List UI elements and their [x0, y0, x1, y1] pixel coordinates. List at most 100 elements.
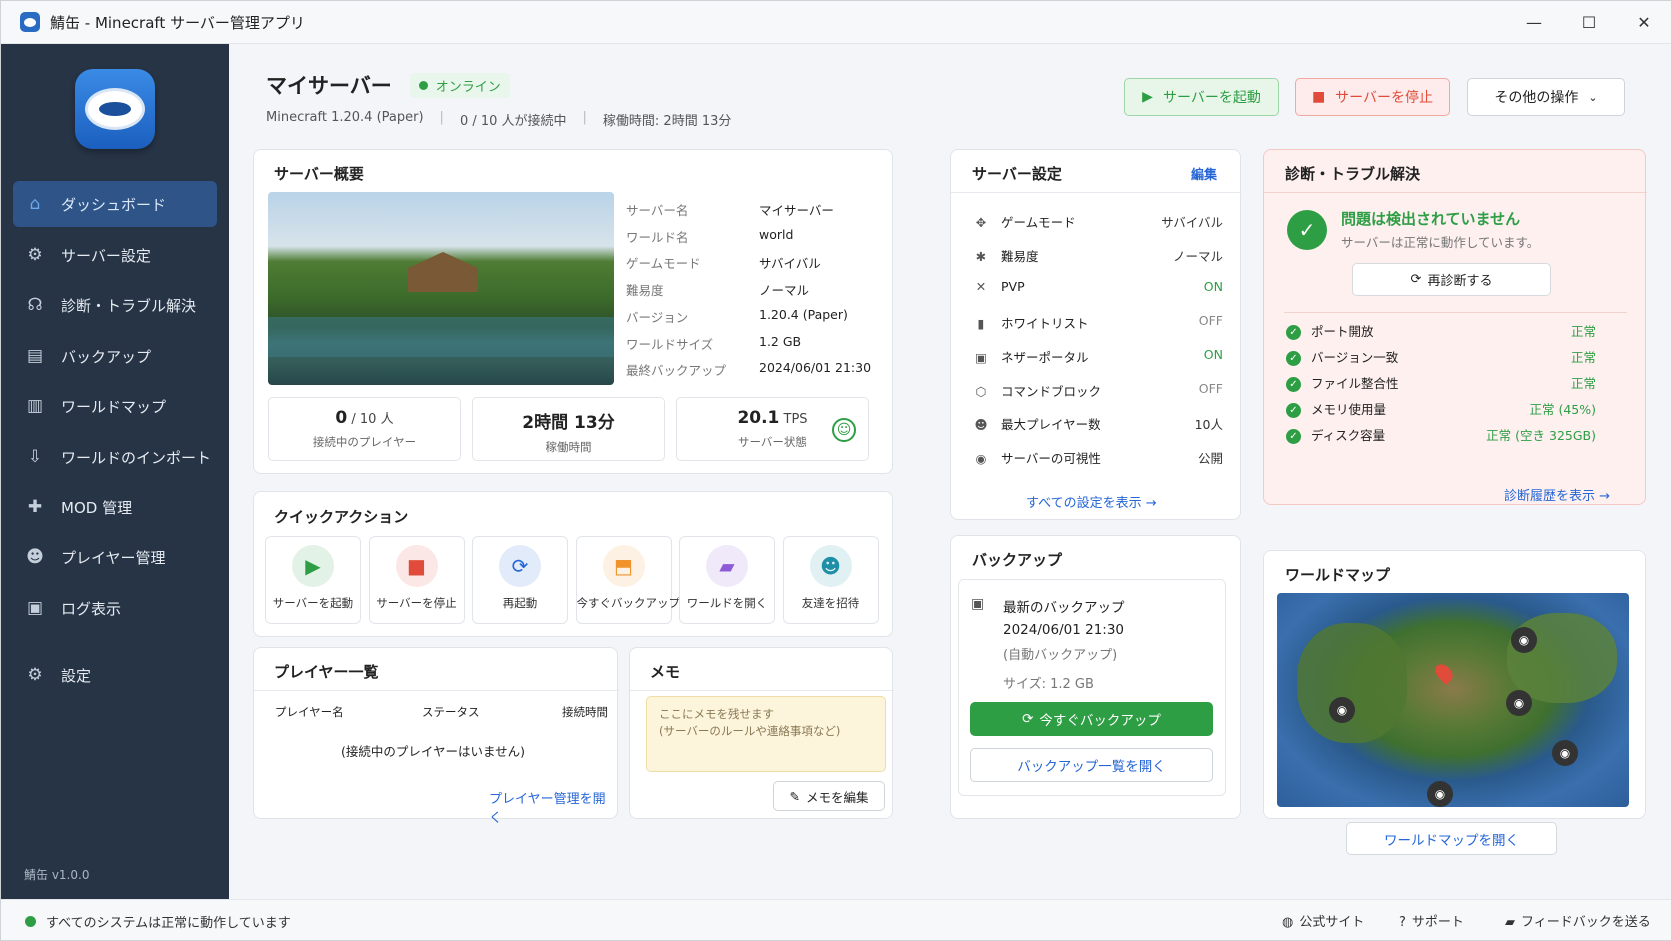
- detail-value: マイサーバー: [759, 203, 834, 218]
- document-icon: ▣: [26, 598, 44, 618]
- version-text: Minecraft 1.20.4 (Paper): [266, 110, 424, 125]
- quick-stop-button[interactable]: ■ サーバーを停止: [368, 536, 465, 624]
- chevron-down-icon: ⌄: [1588, 90, 1598, 104]
- camera-icon[interactable]: ◉: [1552, 740, 1578, 766]
- stat-label: 接続中のプレイヤー: [312, 435, 417, 449]
- diagnostic-check-row: ✓ ファイル整合性 正常: [1286, 373, 1596, 393]
- card-title: サーバー概要: [274, 165, 364, 183]
- latest-backup-label: 最新のバックアップ: [1003, 600, 1125, 616]
- show-all-settings-link[interactable]: すべての設定を表示 →: [1026, 492, 1157, 511]
- minimize-button[interactable]: —: [1506, 1, 1562, 44]
- open-world-map-button[interactable]: ワールドマップを開く: [1346, 822, 1557, 855]
- setting-label: コマンドブロック: [1001, 383, 1102, 399]
- stop-icon: ■: [395, 545, 438, 587]
- sidebar-item-world-import[interactable]: ⇩ ワールドのインポート: [13, 434, 217, 480]
- check-value: 正常: [1570, 324, 1596, 339]
- sidebar-item-settings[interactable]: ⚙ 設定: [13, 652, 217, 698]
- detail-label: サーバー名: [626, 203, 689, 218]
- connected-players-stat: 0 / 10 人接続中のプレイヤー: [268, 397, 461, 461]
- server-meta: Minecraft 1.20.4 (Paper) | 0 / 10 人が接続中 | …: [266, 110, 732, 129]
- sidebar-item-server-settings[interactable]: ⚙ サーバー設定: [13, 232, 217, 278]
- detail-value: 2024/06/01 21:30: [759, 360, 872, 376]
- stat-unit: TPS: [779, 412, 808, 427]
- system-status-text: すべてのシステムは正常に動作しています: [46, 916, 291, 931]
- quick-start-button[interactable]: ▶ サーバーを起動: [265, 536, 361, 624]
- uptime-stat: 2時間 13分 稼働時間: [472, 397, 665, 461]
- open-player-management-link[interactable]: プレイヤー管理を開く: [489, 788, 617, 826]
- quick-invite-button[interactable]: ☻ 友達を招待: [782, 536, 879, 624]
- stop-server-button[interactable]: ■ サーバーを停止: [1295, 78, 1450, 116]
- app-window: 鯖缶 - Minecraft サーバー管理アプリ — ☐ ✕ ⌂ ダッシュボード…: [0, 0, 1672, 941]
- stop-icon: ■: [1311, 89, 1326, 105]
- server-overview-card: サーバー概要 サーバー名 マイサーバー ワールド名 world ゲームモード サバイバル難…: [253, 149, 893, 474]
- setting-row: ☻ 最大プレイヤー数 10人: [973, 414, 1223, 434]
- sidebar-item-label: ワールドのインポート: [61, 448, 212, 467]
- sidebar: ⌂ ダッシュボード ⚙ サーバー設定 ☊ 診断・トラブル解決 ▤ バックアップ …: [1, 44, 229, 899]
- world-map-image[interactable]: ◉ ◉ ◉ ◉ ◉: [1277, 593, 1629, 807]
- detail-label: ワールドサイズ: [626, 336, 714, 352]
- edit-memo-button[interactable]: ✎ メモを編集: [773, 781, 885, 811]
- check-icon: ✓: [1286, 429, 1301, 444]
- quick-open-world-button[interactable]: ▰ ワールドを開く: [679, 536, 775, 624]
- diagnostics-card: 診断・トラブル解決 ✓ 問題は検出されていません サーバーは正常に動作しています…: [1263, 149, 1647, 505]
- status-bar: すべてのシステムは正常に動作しています ◍ 公式サイト ? サポート ▰ フィードバッ…: [1, 899, 1671, 940]
- camera-icon[interactable]: ◉: [1506, 690, 1532, 716]
- sidebar-item-dashboard[interactable]: ⌂ ダッシュボード: [13, 181, 217, 227]
- backup-now-button[interactable]: ⟳ 今すぐバックアップ: [970, 702, 1213, 736]
- portal-icon: ▣: [975, 349, 987, 365]
- card-title: メモ: [650, 663, 681, 681]
- sidebar-item-label: MOD 管理: [61, 498, 133, 517]
- camera-icon[interactable]: ◉: [1427, 781, 1453, 807]
- quick-restart-button[interactable]: ⟳ 再起動: [472, 536, 568, 624]
- sidebar-item-world-map[interactable]: ▥ ワールドマップ: [13, 383, 217, 429]
- diagnostics-history-link[interactable]: 診断履歴を表示 →: [1504, 485, 1610, 504]
- check-label: ディスク容量: [1311, 428, 1386, 443]
- quick-backup-button[interactable]: ⬒ 今すぐバックアップ: [575, 536, 680, 624]
- sidebar-item-mods[interactable]: ✚ MOD 管理: [13, 484, 217, 530]
- detail-label: 最終バックアップ: [626, 363, 727, 379]
- cube-icon: ⬡: [975, 383, 987, 399]
- setting-label: ホワイトリスト: [1001, 316, 1089, 332]
- maximize-button[interactable]: ☐: [1561, 1, 1617, 44]
- sidebar-item-players[interactable]: ☻ プレイヤー管理: [13, 534, 217, 580]
- support-link[interactable]: ? サポート: [1399, 911, 1464, 930]
- check-label: メモリ使用量: [1311, 402, 1387, 417]
- sidebar-item-backup[interactable]: ▤ バックアップ: [13, 333, 217, 379]
- setting-label: 最大プレイヤー数: [1001, 417, 1101, 433]
- empty-players-text: (接続中のプレイヤーはいません): [341, 744, 526, 759]
- camera-icon[interactable]: ◉: [1511, 627, 1537, 653]
- tps-stat: 20.1 TPS サーバー状態 ☺: [676, 397, 869, 461]
- status-badge: オンライン: [409, 72, 510, 98]
- camera-icon[interactable]: ◉: [1329, 697, 1355, 723]
- setting-label: ゲームモード: [1001, 215, 1076, 230]
- more-actions-dropdown[interactable]: その他の操作 ⌄: [1467, 78, 1625, 116]
- rerun-diagnostics-button[interactable]: ⟳ 再診断する: [1352, 263, 1551, 296]
- stat-label: 稼働時間: [545, 440, 592, 454]
- import-icon: ⇩: [27, 447, 43, 467]
- world-map-card: ワールドマップ ◉ ◉ ◉ ◉ ◉: [1263, 550, 1646, 819]
- diagnostic-check-row: ✓ ディスク容量 正常 (空き 325GB): [1286, 425, 1596, 445]
- memo-textarea[interactable]: ここにメモを残せます (サーバーのルールや連絡事項など): [646, 696, 886, 772]
- check-circle-icon: ✓: [1287, 210, 1327, 250]
- edit-settings-link[interactable]: 編集: [1191, 164, 1217, 183]
- check-icon: ✓: [1286, 403, 1301, 418]
- player-list-card: プレイヤー一覧 プレイヤー名 ステータス 接続時間 (接続中のプレイヤーはいませ…: [253, 647, 619, 826]
- users-icon: ☻: [974, 417, 988, 433]
- check-label: ファイル整合性: [1311, 376, 1399, 391]
- open-backup-list-button[interactable]: バックアップ一覧を開く: [970, 748, 1213, 782]
- invite-icon: ☻: [809, 545, 852, 587]
- setting-row: ▮ ホワイトリスト OFF: [973, 313, 1223, 333]
- detail-value: world: [759, 226, 794, 242]
- page-title: マイサーバー: [266, 74, 392, 98]
- stethoscope-icon: ☊: [27, 295, 43, 315]
- official-site-link[interactable]: ◍ 公式サイト: [1282, 911, 1364, 930]
- check-value: 正常: [1570, 350, 1596, 365]
- feedback-link[interactable]: ▰ フィードバックを送る: [1505, 911, 1651, 930]
- detail-label: ワールド名: [626, 229, 689, 245]
- start-server-button[interactable]: ▶ サーバーを起動: [1124, 78, 1279, 116]
- quick-action-label: 友達を招待: [801, 596, 860, 610]
- setting-label: 難易度: [1001, 248, 1039, 264]
- sidebar-item-diagnostics[interactable]: ☊ 診断・トラブル解決: [13, 282, 217, 328]
- close-button[interactable]: ✕: [1616, 1, 1671, 44]
- sidebar-item-logs[interactable]: ▣ ログ表示: [13, 585, 217, 631]
